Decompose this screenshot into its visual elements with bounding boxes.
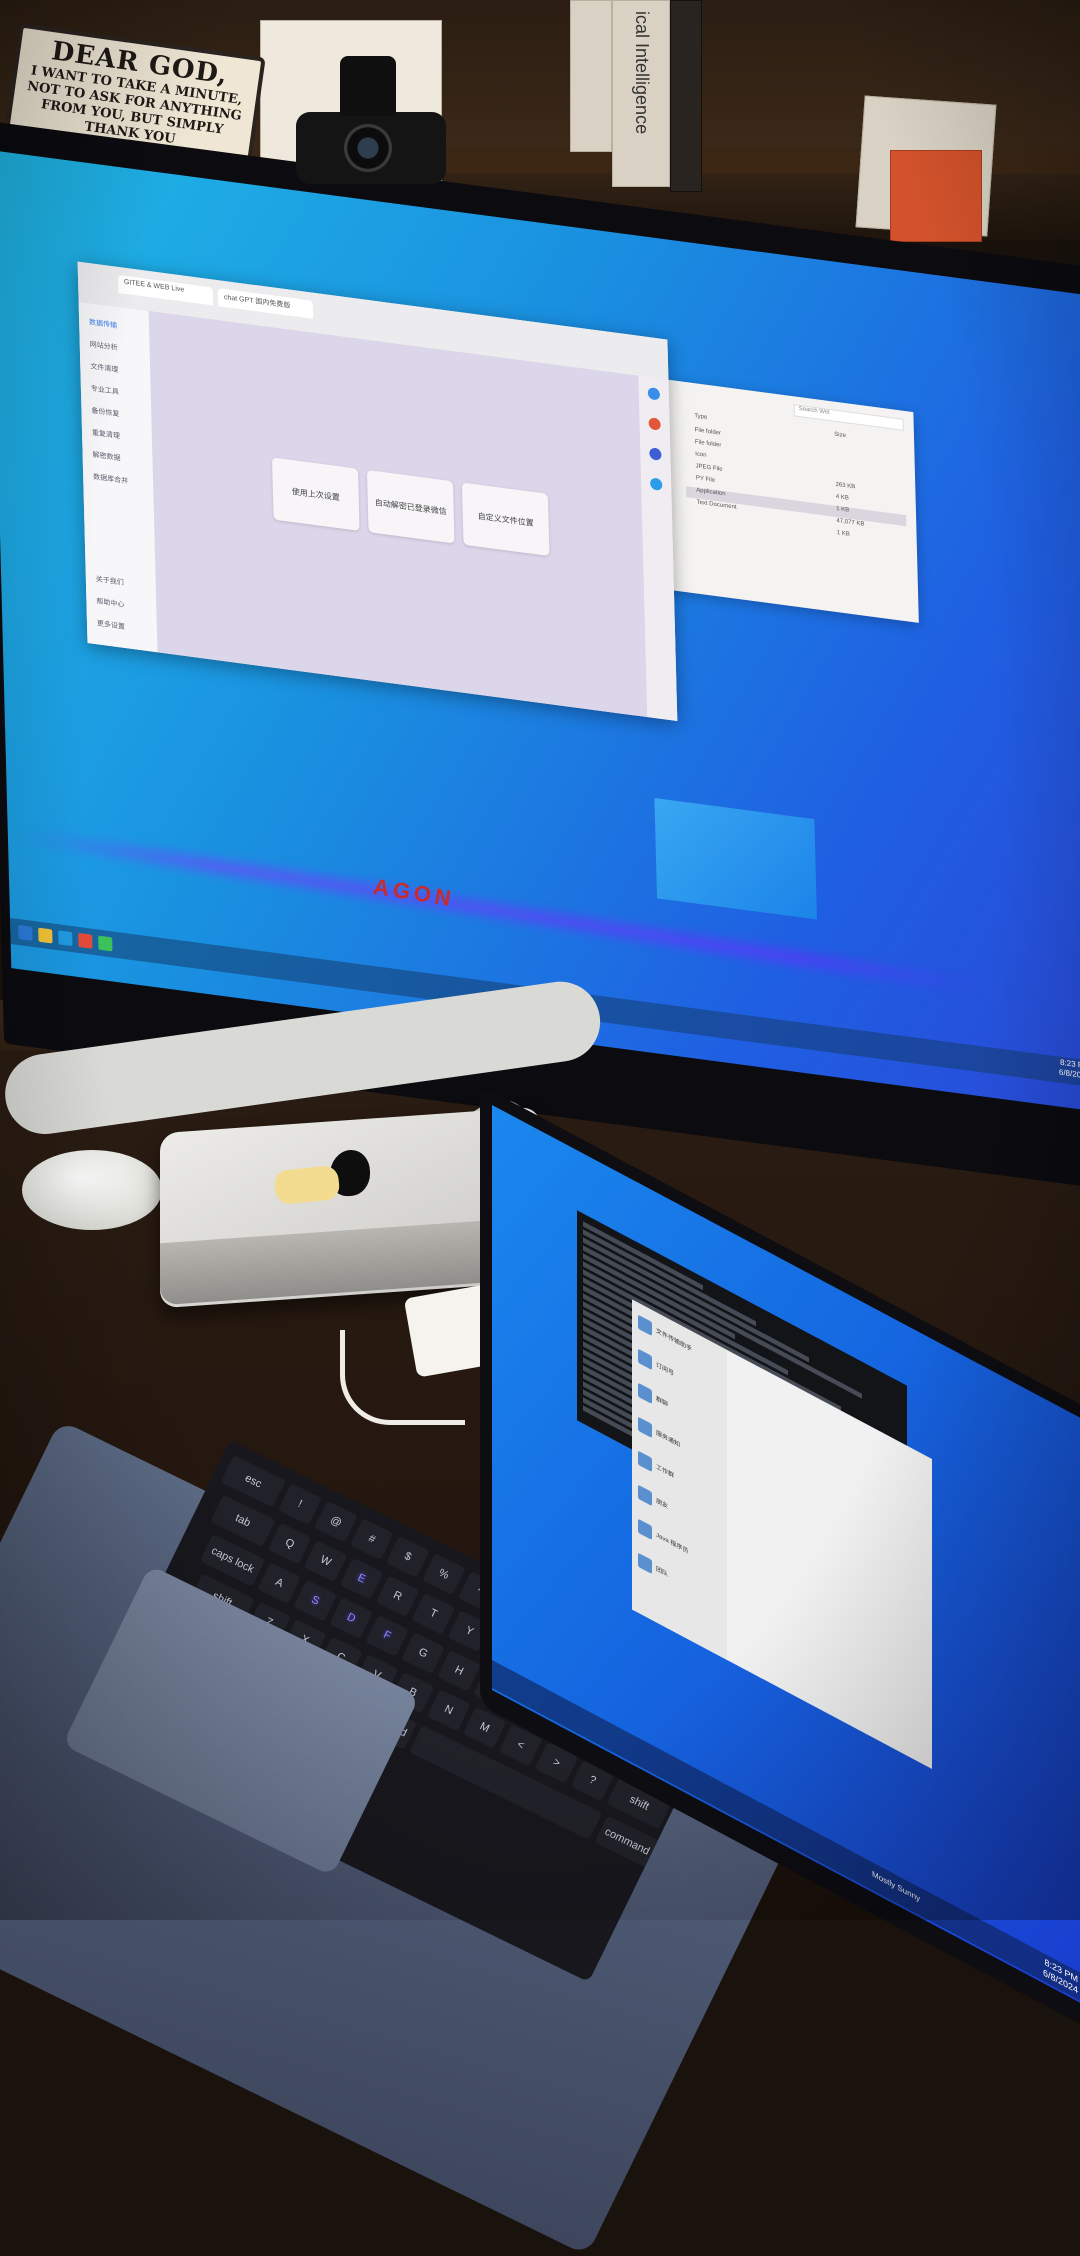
avatar bbox=[638, 1484, 652, 1507]
keyboard-key[interactable]: S bbox=[293, 1579, 338, 1622]
keyboard-key[interactable]: T bbox=[411, 1592, 456, 1635]
explorer-window[interactable]: Search Wel Type Size File folder File fol… bbox=[643, 376, 919, 623]
keyboard-key[interactable]: N bbox=[426, 1689, 471, 1732]
magic-mouse bbox=[22, 1150, 162, 1230]
chat-list: 文件传输助手订阅号群聊服务通知工作群朋友 Java 程序员团队 bbox=[632, 1299, 727, 1660]
chat-name: 团队 bbox=[656, 1566, 669, 1579]
card-custom-location[interactable]: 自定义文件位置 bbox=[461, 482, 550, 557]
sidebar-item[interactable]: 文件清理 bbox=[90, 361, 148, 383]
tab-1[interactable]: GITEE & WEB Live bbox=[117, 274, 214, 306]
row-size: 1 KB bbox=[836, 530, 850, 538]
explorer-search[interactable]: Search Wel bbox=[793, 404, 904, 431]
chat-name: 群聊 bbox=[656, 1396, 669, 1409]
keyboard-key[interactable]: F bbox=[365, 1614, 409, 1657]
keyboard-key[interactable]: % bbox=[421, 1553, 466, 1596]
avatar bbox=[638, 1314, 652, 1337]
tab-2[interactable]: chat GPT 国内免费版 bbox=[217, 288, 314, 319]
book: ical Intelligence bbox=[612, 0, 670, 187]
office-icon[interactable] bbox=[650, 477, 663, 491]
sidebar-bottom-item[interactable]: 更多设置 bbox=[97, 618, 155, 640]
chat-name: 订阅号 bbox=[656, 1362, 675, 1378]
row-type: Icon bbox=[695, 451, 707, 459]
sidebar-item[interactable]: 网站分析 bbox=[90, 339, 148, 361]
keyboard-key[interactable]: D bbox=[329, 1597, 374, 1640]
row-type: PY File bbox=[695, 475, 716, 484]
sidebar-item[interactable]: 专业工具 bbox=[91, 383, 149, 405]
start-icon[interactable] bbox=[18, 924, 33, 941]
chat-name: 工作群 bbox=[656, 1464, 675, 1480]
monitor-screen: Search Wel Type Size File folder File fol… bbox=[0, 150, 1080, 1115]
chat-name: 朋友 bbox=[656, 1498, 669, 1511]
app-window[interactable]: GITEE & WEB Live chat GPT 国内免费版 数据传输 网站分析… bbox=[77, 261, 678, 722]
col-size: Size bbox=[834, 431, 846, 440]
keyboard-key[interactable]: H bbox=[437, 1649, 481, 1692]
keyboard-key[interactable]: # bbox=[350, 1518, 394, 1561]
book bbox=[890, 150, 982, 242]
sidebar-bottom-item[interactable]: 帮助中心 bbox=[96, 596, 154, 618]
book bbox=[570, 0, 612, 152]
keyboard-key[interactable]: R bbox=[375, 1575, 420, 1618]
keyboard-key[interactable]: A bbox=[257, 1562, 302, 1605]
avatar bbox=[638, 1382, 652, 1405]
row-type: File folder bbox=[694, 427, 722, 437]
avatar bbox=[638, 1416, 652, 1439]
keyboard-key[interactable]: G bbox=[401, 1632, 445, 1675]
keyboard-key[interactable]: Q bbox=[267, 1522, 312, 1565]
avatar bbox=[638, 1518, 652, 1541]
book-spine-title: ical Intelligence bbox=[632, 11, 652, 135]
avatar bbox=[638, 1450, 652, 1473]
webcam bbox=[296, 56, 446, 184]
avatar bbox=[638, 1552, 652, 1575]
row-size: 263 KB bbox=[835, 481, 856, 491]
chat-name: Java 程序员 bbox=[656, 1532, 689, 1556]
app-content: 使用上次设置 自动解密已登录微信 自定义文件位置 bbox=[148, 311, 648, 718]
folder-icon[interactable] bbox=[38, 927, 53, 944]
chrome-icon[interactable] bbox=[78, 932, 93, 949]
tools-icon[interactable] bbox=[648, 417, 661, 431]
sidebar-item[interactable]: 数据库合并 bbox=[93, 472, 151, 494]
webcam-clip bbox=[340, 56, 396, 116]
windows-logo bbox=[654, 798, 817, 920]
wechat-icon[interactable] bbox=[98, 935, 113, 952]
copilot-icon[interactable] bbox=[647, 386, 661, 401]
row-size: 4 KB bbox=[835, 493, 849, 502]
chat-name: 文件传输助手 bbox=[656, 1328, 693, 1354]
sidebar-item[interactable]: 解密数据 bbox=[92, 450, 150, 472]
row-size: 1 KB bbox=[836, 505, 850, 514]
keyboard-key[interactable]: ! bbox=[278, 1483, 322, 1526]
keyboard-key[interactable]: E bbox=[339, 1557, 384, 1600]
photo-scene: ical Intelligence DEAR GOD, I WANT TO TA… bbox=[0, 0, 1080, 2256]
app-sidebar: 数据传输 网站分析 文件清理 专业工具 备份恢复 重复清理 解密数据 数据库合并 关于我们 帮助… bbox=[78, 301, 158, 653]
sidebar-item[interactable]: 数据传输 bbox=[89, 317, 147, 339]
avatar bbox=[638, 1348, 652, 1371]
keyboard-key[interactable]: @ bbox=[314, 1500, 358, 1543]
sidebar-item[interactable]: 重复清理 bbox=[92, 428, 150, 450]
edge-icon[interactable] bbox=[58, 930, 73, 947]
keyboard-key[interactable]: $ bbox=[385, 1535, 430, 1578]
sidebar-bottom-item[interactable]: 关于我们 bbox=[96, 574, 154, 596]
col-type: Type bbox=[694, 413, 708, 421]
monitor-clock[interactable]: 8:23 PM 6/8/2024 bbox=[1059, 1058, 1080, 1082]
card-auto-decrypt[interactable]: 自动解密已登录微信 bbox=[366, 469, 455, 544]
book bbox=[670, 0, 702, 192]
card-use-last-settings[interactable]: 使用上次设置 bbox=[271, 457, 360, 531]
games-icon[interactable] bbox=[649, 447, 662, 461]
webcam-lens bbox=[344, 124, 392, 172]
keyboard-key[interactable]: W bbox=[303, 1540, 348, 1583]
chat-name: 服务通知 bbox=[656, 1430, 681, 1449]
sidebar-item[interactable]: 备份恢复 bbox=[91, 405, 149, 427]
